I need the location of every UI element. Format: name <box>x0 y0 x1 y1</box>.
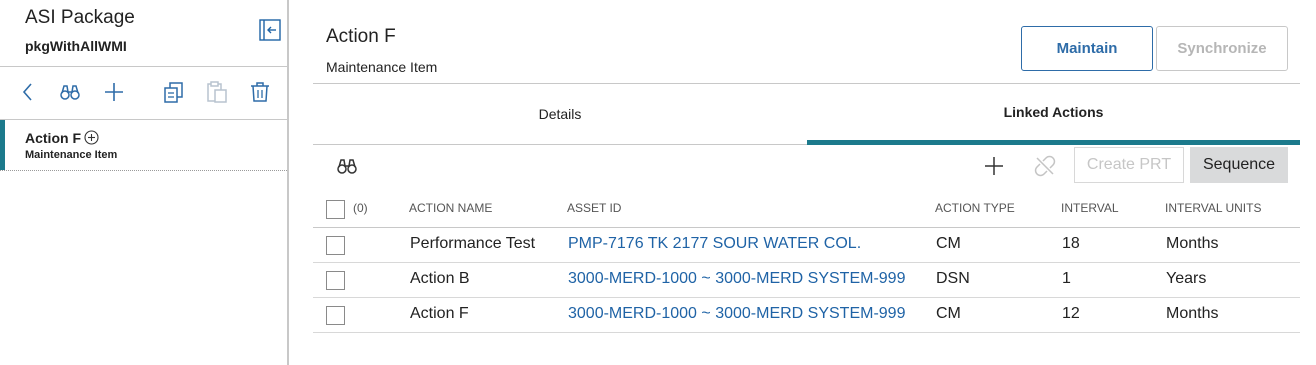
copy-icon[interactable] <box>162 80 186 104</box>
interval-cell: 18 <box>1062 235 1080 252</box>
row-checkbox[interactable] <box>326 236 345 255</box>
action-type-cell: CM <box>936 305 961 322</box>
paste-icon <box>205 80 229 104</box>
action-name-cell: Performance Test <box>410 235 536 252</box>
add-circle-icon[interactable] <box>84 130 99 145</box>
asset-id-link[interactable]: PMP-7176 TK 2177 SOUR WATER COL. <box>568 235 861 253</box>
tab-details[interactable]: Details <box>313 84 807 145</box>
page-subtitle: Maintenance Item <box>326 59 438 75</box>
action-name-cell: Action B <box>410 270 470 287</box>
left-toolbar <box>0 67 287 119</box>
interval-units-cell: Months <box>1166 235 1219 252</box>
tree-item-subtitle: Maintenance Item <box>25 149 118 161</box>
row-checkbox[interactable] <box>326 271 345 290</box>
maintain-button[interactable]: Maintain <box>1021 26 1153 71</box>
unlink-icon <box>1033 154 1057 178</box>
action-type-cell: CM <box>936 235 961 252</box>
trash-icon[interactable] <box>248 80 272 104</box>
table-row[interactable]: Performance Test PMP-7176 TK 2177 SOUR W… <box>313 228 1300 263</box>
panel-divider[interactable] <box>287 0 289 365</box>
select-all-checkbox[interactable] <box>326 200 345 219</box>
interval-units-cell: Months <box>1166 305 1219 322</box>
binoculars-icon[interactable] <box>335 154 359 178</box>
back-chevron-icon[interactable] <box>16 80 40 104</box>
column-header-interval[interactable]: INTERVAL <box>1061 201 1119 215</box>
table-row[interactable]: Action B 3000-MERD-1000 ~ 3000-MERD SYST… <box>313 263 1300 298</box>
tree-item-title: Action F <box>25 130 81 146</box>
table-header: (0) ACTION NAME ASSET ID ACTION TYPE INT… <box>313 188 1300 228</box>
page-title: Action F <box>326 26 396 47</box>
action-name-cell: Action F <box>410 305 469 322</box>
action-type-cell: DSN <box>936 270 970 287</box>
selected-count: (0) <box>353 201 368 215</box>
sequence-button[interactable]: Sequence <box>1190 147 1288 183</box>
package-subtitle: pkgWithAllWMI <box>25 38 127 54</box>
plus-icon[interactable] <box>982 154 1006 178</box>
package-title: ASI Package <box>25 7 135 28</box>
binoculars-icon[interactable] <box>58 80 82 104</box>
tab-linked-actions[interactable]: Linked Actions <box>807 84 1300 145</box>
asset-id-link[interactable]: 3000-MERD-1000 ~ 3000-MERD SYSTEM-999 <box>568 270 905 288</box>
column-header-asset-id[interactable]: ASSET ID <box>567 201 621 215</box>
tree-item-action-f[interactable]: Action F Maintenance Item <box>0 120 287 171</box>
column-header-action-type[interactable]: ACTION TYPE <box>935 201 1015 215</box>
collapse-panel-icon[interactable] <box>259 19 281 41</box>
interval-cell: 1 <box>1062 270 1071 287</box>
plus-icon[interactable] <box>102 80 126 104</box>
column-header-interval-units[interactable]: INTERVAL UNITS <box>1165 201 1261 215</box>
interval-units-cell: Years <box>1166 270 1207 287</box>
selected-indicator <box>0 120 5 170</box>
row-checkbox[interactable] <box>326 306 345 325</box>
table-row[interactable]: Action F 3000-MERD-1000 ~ 3000-MERD SYST… <box>313 298 1300 333</box>
synchronize-button: Synchronize <box>1156 26 1288 71</box>
left-panel: ASI Package pkgWithAllWMI Action F Maint… <box>0 0 287 365</box>
interval-cell: 12 <box>1062 305 1080 322</box>
create-prt-button: Create PRT <box>1074 147 1184 183</box>
asset-id-link[interactable]: 3000-MERD-1000 ~ 3000-MERD SYSTEM-999 <box>568 305 905 323</box>
column-header-action-name[interactable]: ACTION NAME <box>409 201 492 215</box>
